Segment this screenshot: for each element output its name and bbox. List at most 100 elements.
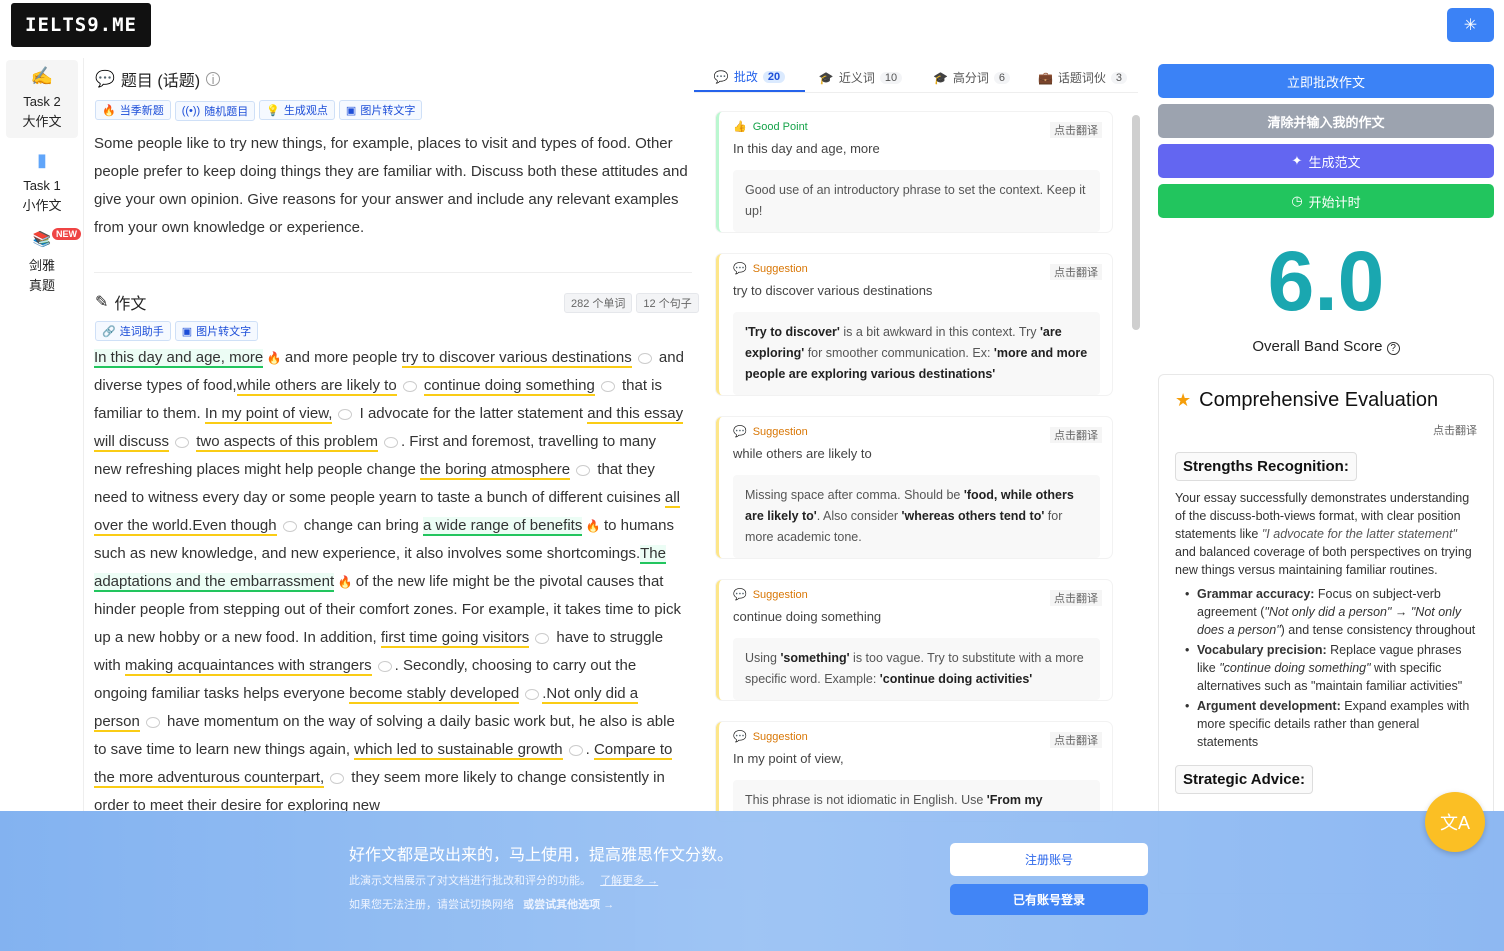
suggestion-highlight[interactable]: while others are likely to <box>236 377 397 396</box>
translate-button[interactable]: 点击翻译 <box>1050 122 1102 138</box>
suggestion-highlight[interactable]: making acquaintances with strangers <box>124 657 372 676</box>
comment-bubble-icon[interactable] <box>568 744 583 756</box>
good-highlight[interactable]: In this day and age, more <box>94 349 264 368</box>
random-topic-button[interactable]: ((•)) 随机题目 <box>174 100 256 121</box>
other-options-link[interactable]: 或尝试其他选项 → <box>523 899 614 911</box>
tab-synonyms[interactable]: 🎓 近义词 10 <box>805 63 916 92</box>
start-timer-button[interactable]: ◷ 开始计时 <box>1158 184 1494 218</box>
help-icon[interactable]: ? <box>1386 342 1400 355</box>
comment-bubble-icon[interactable] <box>525 688 540 700</box>
feedback-type: 💬 Suggestion <box>733 730 808 744</box>
comment-bubble-icon[interactable] <box>637 352 652 364</box>
topic-header: 💬 题目 (话题) i <box>95 67 221 91</box>
comment-bubble-icon[interactable] <box>175 436 190 448</box>
comment-bubble-icon[interactable] <box>330 772 345 784</box>
feedback-card[interactable]: 👍 Good Point 点击翻译 In this day and age, more… <box>716 112 1112 232</box>
comment-bubble-icon[interactable] <box>383 436 398 448</box>
logo[interactable]: IELTS9.ME <box>11 3 151 47</box>
feedback-card[interactable]: 💬 Suggestion 点击翻译 In my point of view, This … <box>716 722 1112 821</box>
tab-corrections[interactable]: 💬 批改 20 <box>694 63 805 92</box>
tab-collocations[interactable]: 💼 话题词伙 3 <box>1027 63 1138 92</box>
essay-title: 作文 <box>114 296 147 313</box>
feedback-type: 💬 Suggestion <box>733 262 808 276</box>
sidebar-item-task2[interactable]: ✍ Task 2 大作文 <box>6 60 78 138</box>
essay-text-segment: change can bring <box>299 517 424 534</box>
divider <box>94 272 692 273</box>
topic-title: 题目 (话题) <box>120 73 201 90</box>
connectives-button[interactable]: 🔗 连词助手 <box>95 321 171 341</box>
login-button[interactable]: 已有账号登录 <box>950 884 1148 915</box>
topic-text: Some people like to try new things, for … <box>94 135 688 236</box>
briefcase-icon: 💼 <box>1037 70 1053 85</box>
new-topic-button[interactable]: 🔥 当季新题 <box>95 100 171 120</box>
translate-icon: 文A <box>1439 813 1470 833</box>
comment-bubble-icon[interactable] <box>535 632 550 644</box>
feedback-phrase: In this day and age, more <box>733 141 880 156</box>
suggestion-highlight[interactable]: In my point of view, <box>204 405 333 424</box>
eval-bullet: Argument development: Expand examples wi… <box>1185 697 1477 751</box>
translate-button[interactable]: 点击翻译 <box>1050 732 1102 748</box>
bulb-icon: 💡 <box>266 104 280 117</box>
band-score-label: Overall Band Score ? <box>1158 338 1494 355</box>
pen-icon: ✍ <box>30 66 54 86</box>
register-button[interactable]: 注册账号 <box>950 843 1148 876</box>
word-count: 282 个单词 <box>564 293 633 313</box>
generate-sample-button[interactable]: ✦ 生成范文 <box>1158 144 1494 178</box>
sidebar-label: Task 1 <box>23 178 61 193</box>
translate-button[interactable]: 点击翻译 <box>1050 427 1102 443</box>
evaluation-header: ★ Comprehensive Evaluation <box>1175 389 1439 411</box>
tab-high-score-words[interactable]: 🎓 高分词 6 <box>916 63 1027 92</box>
suggestion-highlight[interactable]: the boring atmosphere <box>420 461 571 480</box>
image-to-text-button[interactable]: ▣ 图片转文字 <box>338 100 423 120</box>
translate-button[interactable]: 点击翻译 <box>1050 264 1102 280</box>
feedback-phrase: continue doing something <box>733 609 882 624</box>
essay-image-to-text-button[interactable]: ▣ 图片转文字 <box>174 321 259 341</box>
scrollbar[interactable] <box>1132 115 1140 330</box>
comment-bubble-icon[interactable] <box>145 716 160 728</box>
spinner-icon: ✳ <box>1463 17 1478 34</box>
essay-text-segment: I advocate for the latter statement <box>355 405 588 422</box>
feedback-card[interactable]: 💬 Suggestion 点击翻译 try to discover various d… <box>716 254 1112 395</box>
suggestion-highlight[interactable]: first time going visitors <box>380 629 530 648</box>
learn-more-link[interactable]: 了解更多 → <box>600 875 658 887</box>
suggestion-highlight[interactable]: two aspects of this problem <box>196 433 378 452</box>
suggestion-highlight[interactable]: which led to sustainable growth <box>354 741 563 760</box>
feedback-card[interactable]: 💬 Suggestion 点击翻译 continue doing something U… <box>716 580 1112 700</box>
good-highlight[interactable]: a wide range of benefits <box>423 517 583 536</box>
generate-ideas-button[interactable]: 💡 生成观点 <box>259 100 335 120</box>
comment-icon: 💬 <box>733 263 747 275</box>
feedback-detail: Missing space after comma. Should be 'fo… <box>733 475 1100 558</box>
translate-button[interactable]: 点击翻译 <box>1050 590 1102 606</box>
loading-button[interactable]: ✳ <box>1447 8 1494 42</box>
comment-bubble-icon[interactable] <box>576 464 591 476</box>
sidebar-item-task1[interactable]: ▮ Task 1 小作文 <box>6 144 78 216</box>
info-icon[interactable]: i <box>206 72 221 87</box>
comment-icon: 💬 <box>713 69 729 84</box>
essay-text[interactable]: In this day and age, more 🔥 and more peo… <box>94 344 684 820</box>
suggestion-highlight[interactable]: try to discover various destinations <box>401 349 632 368</box>
suggestion-highlight[interactable]: continue doing something <box>423 377 595 396</box>
star-icon: ★ <box>1175 390 1192 410</box>
sparkle-icon: ✦ <box>1291 153 1303 168</box>
eval-translate-button[interactable]: 点击翻译 <box>1175 422 1477 438</box>
eval-bullet: Grammar accuracy: Focus on subject-verb … <box>1185 585 1477 639</box>
clock-icon: ◷ <box>1291 193 1303 208</box>
feedback-type: 💬 Suggestion <box>733 588 808 602</box>
feedback-phrase: In my point of view, <box>733 751 844 766</box>
comment-bubble-icon[interactable] <box>282 520 297 532</box>
feedback-card[interactable]: 💬 Suggestion 点击翻译 while others are likely t… <box>716 417 1112 558</box>
sidebar-label: 真题 <box>28 278 55 293</box>
suggestion-highlight[interactable]: become stably developed <box>349 685 520 704</box>
eval-bullet: Vocabulary precision: Replace vague phra… <box>1185 641 1477 695</box>
comment-bubble-icon[interactable] <box>600 380 615 392</box>
cap-icon: 🎓 <box>932 70 948 85</box>
comment-bubble-icon[interactable] <box>338 408 353 420</box>
feedback-phrase: try to discover various destinations <box>733 283 933 298</box>
comment-icon: 💬 <box>733 426 747 438</box>
translate-fab[interactable]: 文A <box>1425 792 1485 852</box>
comment-bubble-icon[interactable] <box>377 660 392 672</box>
fire-icon: 🔥 <box>263 351 285 365</box>
clear-essay-button[interactable]: 清除并输入我的作文 <box>1158 104 1494 138</box>
grade-essay-button[interactable]: 立即批改作文 <box>1158 64 1494 98</box>
comment-bubble-icon[interactable] <box>402 380 417 392</box>
